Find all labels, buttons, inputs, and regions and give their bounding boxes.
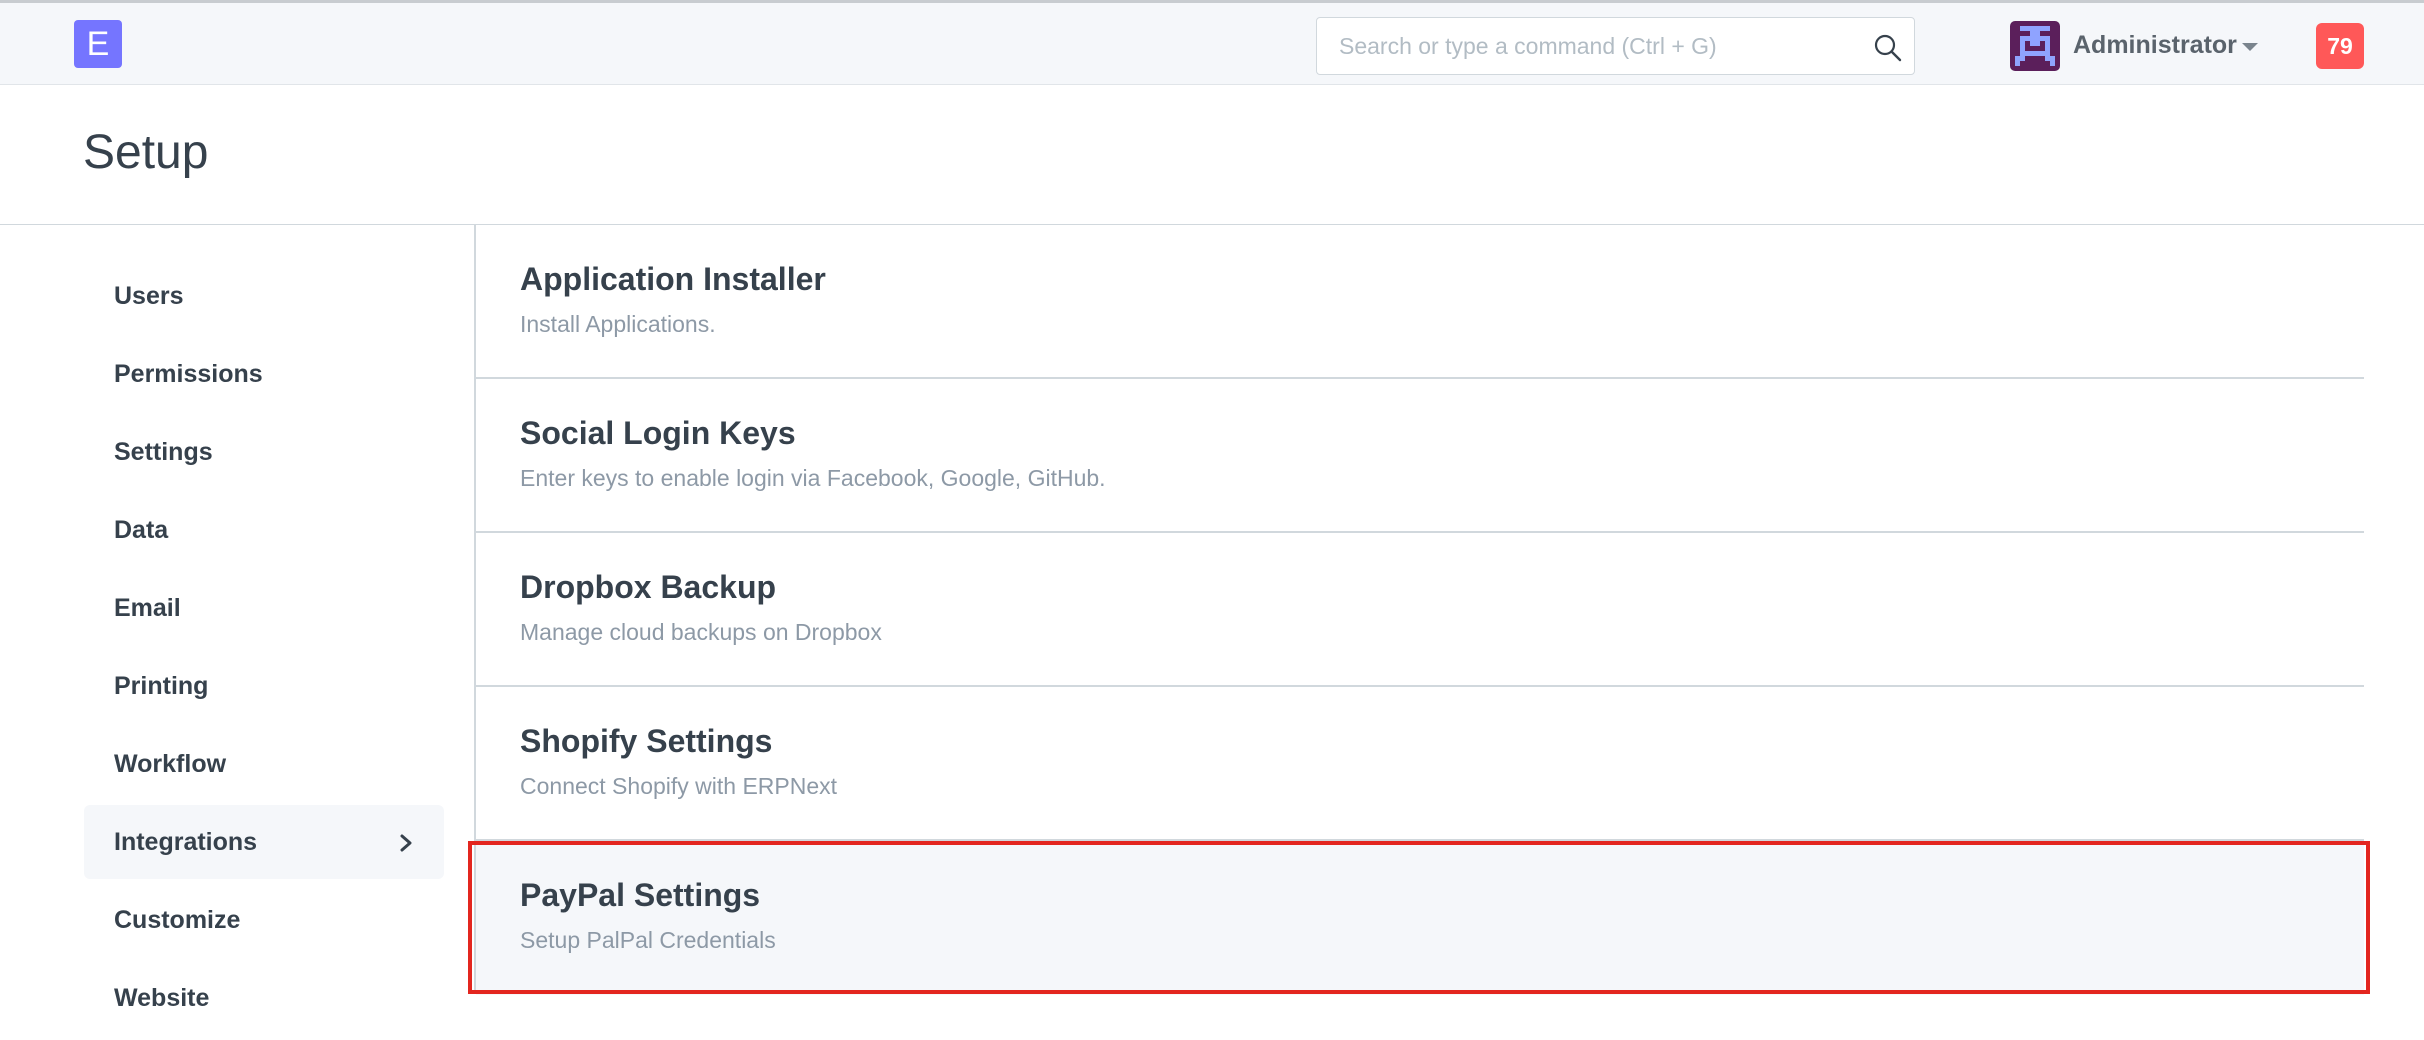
awesome-bar[interactable] [1316,17,1915,75]
list-item-social-login-keys[interactable]: Social Login Keys Enter keys to enable l… [476,379,2364,533]
sidebar-item-data[interactable]: Data [84,493,444,567]
app-logo[interactable]: E [74,20,122,68]
card-title: Application Installer [520,261,826,297]
card-description: Install Applications. [520,311,716,337]
card-title: Social Login Keys [520,415,796,451]
page-head: Setup [0,85,2424,225]
list-item-shopify-settings[interactable]: Shopify Settings Connect Shopify with ER… [476,687,2364,841]
notification-badge[interactable]: 79 [2316,23,2364,69]
sidebar-item-workflow[interactable]: Workflow [84,727,444,801]
page-title: Setup [83,126,209,179]
sidebar-item-settings[interactable]: Settings [84,415,444,489]
sidebar-item-integrations[interactable]: Integrations [84,805,444,879]
search-icon[interactable] [1873,33,1903,63]
card-description: Enter keys to enable login via Facebook,… [520,465,1106,491]
caret-down-icon[interactable] [2242,43,2258,51]
card-description: Connect Shopify with ERPNext [520,773,838,799]
list-item-paypal-settings[interactable]: PayPal Settings Setup PalPal Credentials [476,841,2364,995]
navbar: E Administrator 79 [0,0,2424,85]
integrations-list: Application Installer Install Applicatio… [474,225,2364,995]
user-avatar[interactable] [2010,21,2060,71]
sidebar-item-customize[interactable]: Customize [84,883,444,957]
sidebar-item-label: Integrations [114,828,258,856]
card-title: PayPal Settings [520,877,761,913]
sidebar-item-website[interactable]: Website [84,961,444,1035]
card-description: Setup PalPal Credentials [520,927,776,953]
chevron-right-icon [400,834,412,852]
sidebar-item-permissions[interactable]: Permissions [84,337,444,411]
setup-sidebar: Users Permissions Settings Data Email Pr… [84,225,444,1040]
sidebar-item-email[interactable]: Email [84,571,444,645]
list-item-dropbox-backup[interactable]: Dropbox Backup Manage cloud backups on D… [476,533,2364,687]
sidebar-item-printing[interactable]: Printing [84,649,444,723]
card-description: Manage cloud backups on Dropbox [520,619,882,645]
list-item-application-installer[interactable]: Application Installer Install Applicatio… [476,225,2364,379]
search-input[interactable] [1317,18,1857,74]
sidebar-item-users[interactable]: Users [84,259,444,333]
user-menu-label[interactable]: Administrator [2073,31,2237,60]
card-title: Shopify Settings [520,723,773,759]
card-title: Dropbox Backup [520,569,777,605]
